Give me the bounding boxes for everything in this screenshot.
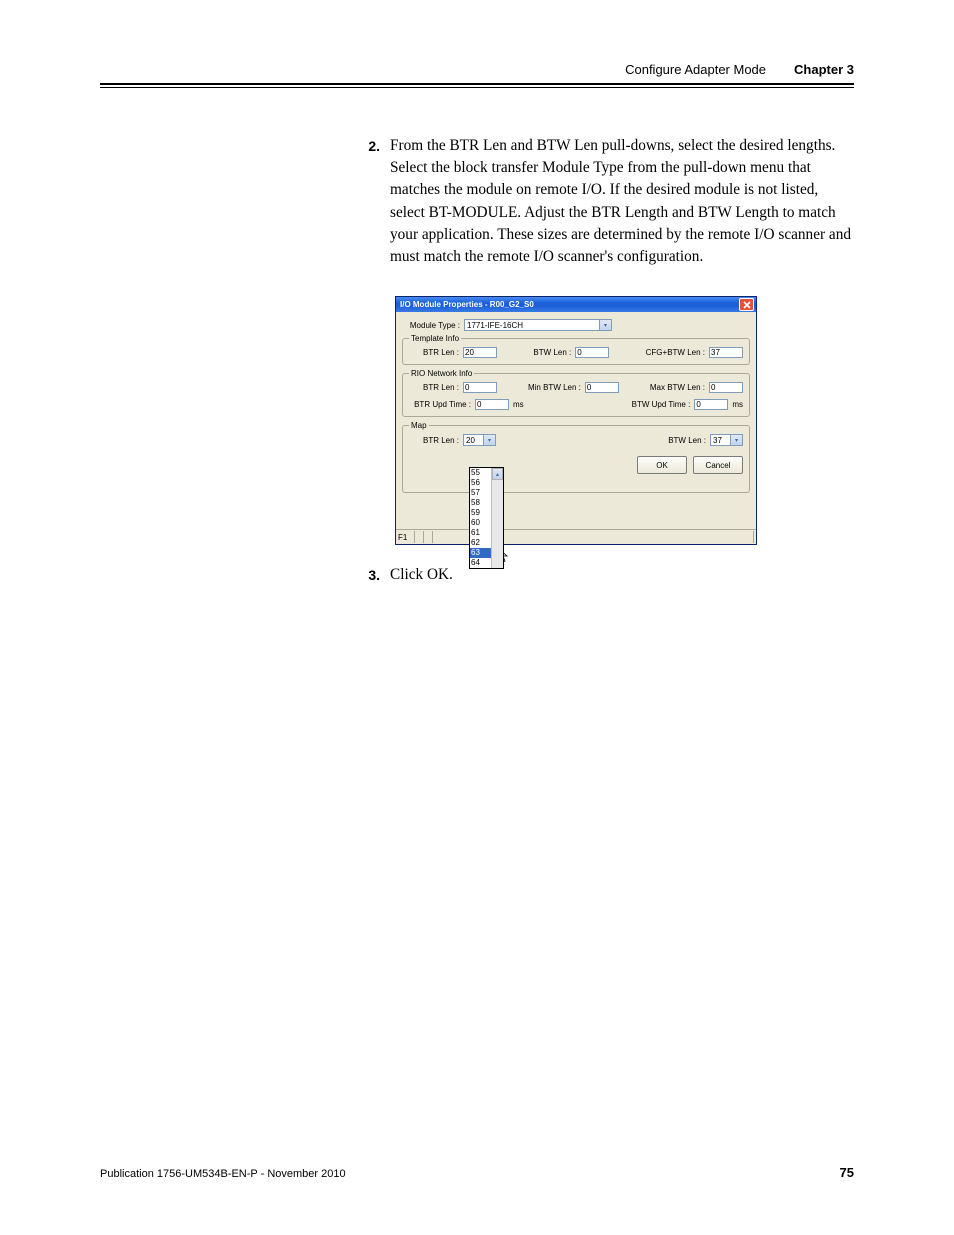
dialog-title: I/O Module Properties - R00_G2_S0 bbox=[400, 300, 534, 309]
chevron-down-icon: ▾ bbox=[483, 435, 495, 445]
scroll-up-icon[interactable]: ▴ bbox=[492, 468, 503, 480]
step-text: From the BTR Len and BTW Len pull-downs,… bbox=[390, 135, 854, 268]
module-type-value: 1771-IFE-16CH bbox=[465, 321, 523, 330]
ms-unit-1: ms bbox=[513, 400, 524, 409]
tpl-cfg-label: CFG+BTW Len : bbox=[646, 348, 705, 357]
ok-button[interactable]: OK bbox=[637, 456, 687, 474]
page-footer: Publication 1756-UM534B-EN-P - November … bbox=[100, 1165, 854, 1180]
step-2: 2. From the BTR Len and BTW Len pull-dow… bbox=[392, 135, 854, 276]
rio-maxbtw-input[interactable]: 0 bbox=[709, 382, 743, 393]
tpl-btr-label: BTR Len : bbox=[409, 348, 459, 357]
rio-btr-input[interactable]: 0 bbox=[463, 382, 497, 393]
publication-id: Publication 1756-UM534B-EN-P - November … bbox=[100, 1168, 346, 1180]
page-number: 75 bbox=[840, 1165, 854, 1180]
status-bar: F1 bbox=[396, 529, 756, 544]
ms-unit-2: ms bbox=[732, 400, 743, 409]
rio-maxbtw-label: Max BTW Len : bbox=[650, 383, 705, 392]
chevron-down-icon: ▾ bbox=[730, 435, 742, 445]
io-module-properties-dialog: I/O Module Properties - R00_G2_S0 Module… bbox=[395, 296, 757, 545]
page-header: Configure Adapter Mode Chapter 3 bbox=[100, 62, 854, 88]
map-btw-select[interactable]: 37 ▾ bbox=[710, 434, 743, 446]
step-3: 3. Click OK. bbox=[364, 564, 854, 594]
chevron-down-icon: ▾ bbox=[599, 320, 611, 330]
rio-minbtw-input[interactable]: 0 bbox=[585, 382, 619, 393]
scrollbar[interactable]: ▴ bbox=[491, 468, 503, 568]
cancel-button[interactable]: Cancel bbox=[693, 456, 743, 474]
close-icon[interactable] bbox=[739, 298, 754, 311]
rio-network-group: RIO Network Info BTR Len : 0 Min BTW Len… bbox=[402, 369, 750, 417]
map-btw-label: BTW Len : bbox=[668, 436, 706, 445]
rio-btwupd-input[interactable]: 0 bbox=[694, 399, 728, 410]
template-legend: Template Info bbox=[409, 334, 461, 343]
header-section-title: Configure Adapter Mode bbox=[625, 62, 766, 77]
module-type-select[interactable]: 1771-IFE-16CH ▾ bbox=[464, 319, 612, 331]
rio-legend: RIO Network Info bbox=[409, 369, 474, 378]
map-legend: Map bbox=[409, 421, 429, 430]
btr-len-dropdown-list[interactable]: 55 56 57 58 59 60 61 62 63 64 ▴ bbox=[469, 467, 504, 569]
step-number: 3. bbox=[364, 564, 380, 586]
step-number: 2. bbox=[364, 135, 380, 268]
step-text: Click OK. bbox=[390, 564, 854, 586]
tpl-btw-label: BTW Len : bbox=[533, 348, 571, 357]
status-prefix: F1 bbox=[398, 533, 408, 542]
dialog-titlebar[interactable]: I/O Module Properties - R00_G2_S0 bbox=[396, 297, 756, 312]
map-btr-select[interactable]: 20 ▾ bbox=[463, 434, 496, 446]
rio-btwupd-label: BTW Upd Time : bbox=[632, 400, 691, 409]
header-chapter-label: Chapter 3 bbox=[794, 62, 854, 77]
map-btr-label: BTR Len : bbox=[409, 436, 459, 445]
tpl-cfg-input[interactable]: 37 bbox=[709, 347, 743, 358]
rio-btrupd-label: BTR Upd Time : bbox=[409, 400, 471, 409]
module-type-label: Module Type : bbox=[402, 321, 460, 330]
tpl-btr-input[interactable]: 20 bbox=[463, 347, 497, 358]
rio-btr-label: BTR Len : bbox=[409, 383, 459, 392]
template-info-group: Template Info BTR Len : 20 BTW Len : 0 C… bbox=[402, 334, 750, 365]
rio-minbtw-label: Min BTW Len : bbox=[528, 383, 581, 392]
map-group: Map BTR Len : 20 ▾ BTW Len : 37 ▾ bbox=[402, 421, 750, 493]
rio-btrupd-input[interactable]: 0 bbox=[475, 399, 509, 410]
tpl-btw-input[interactable]: 0 bbox=[575, 347, 609, 358]
